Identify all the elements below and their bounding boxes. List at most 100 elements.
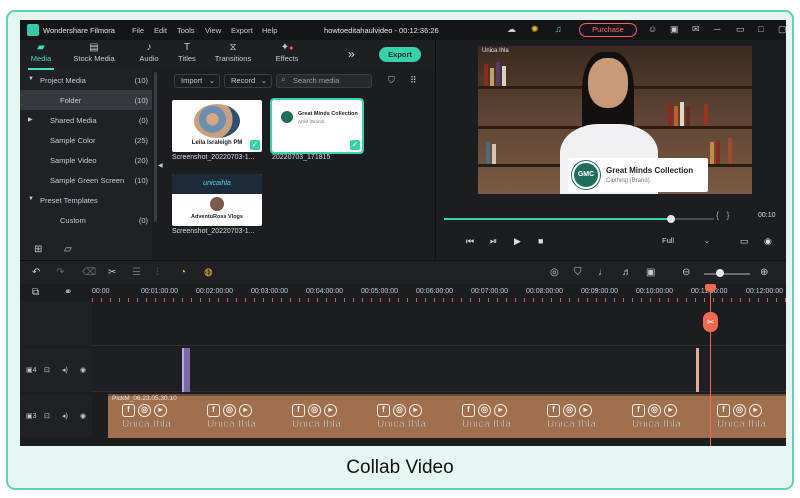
headset-icon[interactable]: ♫ <box>555 24 562 34</box>
progress-handle[interactable] <box>666 215 675 223</box>
scissors-icon[interactable]: ✂ <box>703 312 718 332</box>
menu-edit[interactable]: Edit <box>154 26 167 35</box>
auto-enhance-icon[interactable]: ◍ <box>204 267 213 278</box>
speed-icon[interactable]: ◔ <box>180 267 186 278</box>
stop-icon[interactable]: ■ <box>538 236 543 246</box>
playhead-line[interactable] <box>710 284 711 446</box>
tab-transitions[interactable]: ⧖ Transitions <box>212 42 254 63</box>
play-frame-icon[interactable]: ⏯ <box>490 236 497 247</box>
maximize-icon[interactable]: □ <box>758 24 763 34</box>
pip-icon[interactable]: ▣ <box>646 267 655 278</box>
cloud-icon[interactable]: ☁ <box>507 24 516 35</box>
sidebar-item-sample-green-screen[interactable]: Sample Green Screen (10) <box>20 170 152 190</box>
voiceover-list-icon[interactable]: ♬ <box>622 267 632 278</box>
snapshot-camera-icon[interactable]: ◉ <box>764 236 772 247</box>
menu-help[interactable]: Help <box>262 26 277 35</box>
sidebar-item-sample-color[interactable]: Sample Color (25) <box>20 130 152 150</box>
sidebar-item-custom[interactable]: Custom (0) <box>20 210 152 230</box>
zoom-out-icon[interactable]: ⊖ <box>682 267 690 278</box>
zoom-in-icon[interactable]: ⊕ <box>760 267 768 278</box>
export-button[interactable]: Export <box>379 47 421 62</box>
search-input[interactable]: Search media <box>276 74 372 88</box>
delete-icon[interactable]: ⌫ <box>82 267 96 278</box>
close-icon[interactable]: ▢ <box>778 24 786 35</box>
sidebar-item-shared-media[interactable]: ▶ Shared Media (0) <box>20 110 152 130</box>
sidebar-scrollbar[interactable] <box>154 72 157 222</box>
playback-progress-bar[interactable] <box>444 215 714 223</box>
layout-icon[interactable]: ▭ <box>736 24 745 35</box>
render-icon[interactable]: ◎ <box>550 267 559 278</box>
media-thumbnail[interactable]: Great Minds Collection Artist (Brand) ✓ <box>270 98 364 154</box>
lock-icon[interactable]: ⊡ <box>44 412 50 420</box>
timeline-video-clip[interactable]: PickM_06.23.05.30.10 f ◎ ▸ Unica Ihla f ◎ ▸ Uni… <box>108 394 786 438</box>
menu-view[interactable]: View <box>205 26 221 35</box>
menu-tools[interactable]: Tools <box>177 26 195 35</box>
sidebar-item-sample-video[interactable]: Sample Video (20) <box>20 150 152 170</box>
speaker-icon[interactable]: ◂) <box>62 412 68 420</box>
record-label: Record <box>231 76 256 85</box>
tab-stock-media[interactable]: ▤ Stock Media <box>72 42 116 63</box>
filter-icon[interactable]: ⛉ <box>388 75 395 86</box>
sidebar-item-project-media[interactable]: ▼ Project Media (10) <box>20 70 152 90</box>
redo-icon[interactable]: ↷ <box>56 267 64 278</box>
video-track-icon: ▣3 <box>26 413 37 420</box>
add-track-icon[interactable]: ⧉ <box>32 287 39 298</box>
tab-audio[interactable]: ♪ Audio <box>136 42 162 63</box>
timeline-clip-small[interactable] <box>182 348 190 392</box>
microphone-icon[interactable]: ♩ <box>598 267 608 278</box>
account-icon[interactable]: ☺ <box>648 24 657 34</box>
eye-icon[interactable]: ◉ <box>80 366 86 374</box>
adjust-icon[interactable]: ☰ <box>132 267 141 278</box>
book <box>710 142 714 164</box>
media-thumbnail[interactable]: Leila Israleigh PM ✓ <box>172 100 262 152</box>
undo-icon[interactable]: ↶ <box>32 267 40 278</box>
lower-third-title[interactable]: GMC Great Minds Collection Clothing (Bra… <box>568 158 708 192</box>
display-icon[interactable]: ▭ <box>740 236 749 247</box>
playhead-handle[interactable] <box>705 284 716 292</box>
zoom-slider-handle[interactable] <box>716 269 725 277</box>
effects-sparkle-icon: ✦● <box>280 42 294 53</box>
grid-view-icon[interactable]: ⠿ <box>410 75 417 86</box>
play-icon[interactable]: ▶ <box>514 236 521 247</box>
folder-outline-icon[interactable]: ▱ <box>64 244 72 255</box>
eye-icon[interactable]: ◉ <box>80 412 86 420</box>
audio-waveform-icon[interactable]: ⫶ <box>156 267 159 278</box>
checkmark-icon: ✓ <box>350 140 360 150</box>
track-row[interactable] <box>92 348 786 392</box>
minimize-icon[interactable]: ─ <box>714 24 720 34</box>
scissors-icon[interactable]: ✂ <box>108 267 116 278</box>
purchase-button[interactable]: Purchase <box>579 23 637 37</box>
sidebar-item-preset-templates[interactable]: ▼ Preset Templates <box>20 190 152 210</box>
menu-export[interactable]: Export <box>231 26 253 35</box>
youtube-icon: ▸ <box>579 404 592 417</box>
video-preview[interactable]: Unica Ihla GMC Great Minds Collection Cl… <box>478 46 752 194</box>
lock-icon[interactable]: ⊡ <box>44 366 50 374</box>
save-icon[interactable]: ▣ <box>670 24 679 35</box>
facebook-icon: f <box>292 404 305 417</box>
clip-title: PickM_06.23.05.30.10 <box>112 395 177 402</box>
marker-icon[interactable]: ⛉ <box>574 267 582 278</box>
record-dropdown[interactable]: Record ⌄ <box>224 74 272 88</box>
timeline-ruler[interactable]: ⧉ ⚭ 00:00 00:01:00:00 00:02:00:00 00:03:00:… <box>20 284 786 302</box>
previous-frame-icon[interactable]: ⏮ <box>466 236 474 247</box>
tab-effects[interactable]: ✦● Effects <box>272 42 302 63</box>
sidebar-item-folder[interactable]: Folder (10) <box>20 90 152 110</box>
menu-file[interactable]: File <box>132 26 144 35</box>
empty-track-row[interactable] <box>92 302 786 346</box>
lightbulb-icon[interactable]: ✺ <box>531 24 539 35</box>
double-chevron-right-icon[interactable]: » <box>348 47 355 61</box>
quality-dropdown[interactable]: Full ⌄ <box>662 236 712 249</box>
link-icon[interactable]: ⚭ <box>64 287 72 298</box>
timeline-clip-marker[interactable] <box>696 348 699 392</box>
new-folder-icon[interactable]: ⊞ <box>34 244 42 255</box>
zoom-slider[interactable] <box>704 273 750 275</box>
media-thumbnail[interactable]: unicaihla AdventuRoss Vlogs <box>172 174 262 226</box>
ruler-labels: 00:00 00:01:00:00 00:02:00:00 00:03:00:00 00… <box>92 288 786 298</box>
speaker-icon[interactable]: ◂) <box>62 366 68 374</box>
tab-media[interactable]: ▰ Media <box>28 42 54 63</box>
notification-icon[interactable]: ✉ <box>692 24 700 35</box>
mark-in-out-icon[interactable]: { } <box>716 210 730 220</box>
tab-titles[interactable]: T Titles <box>174 42 200 63</box>
project-title: howtoeditahaulvideo - 00:12:36:26 <box>324 26 439 35</box>
import-dropdown[interactable]: Import ⌄ <box>174 74 220 88</box>
